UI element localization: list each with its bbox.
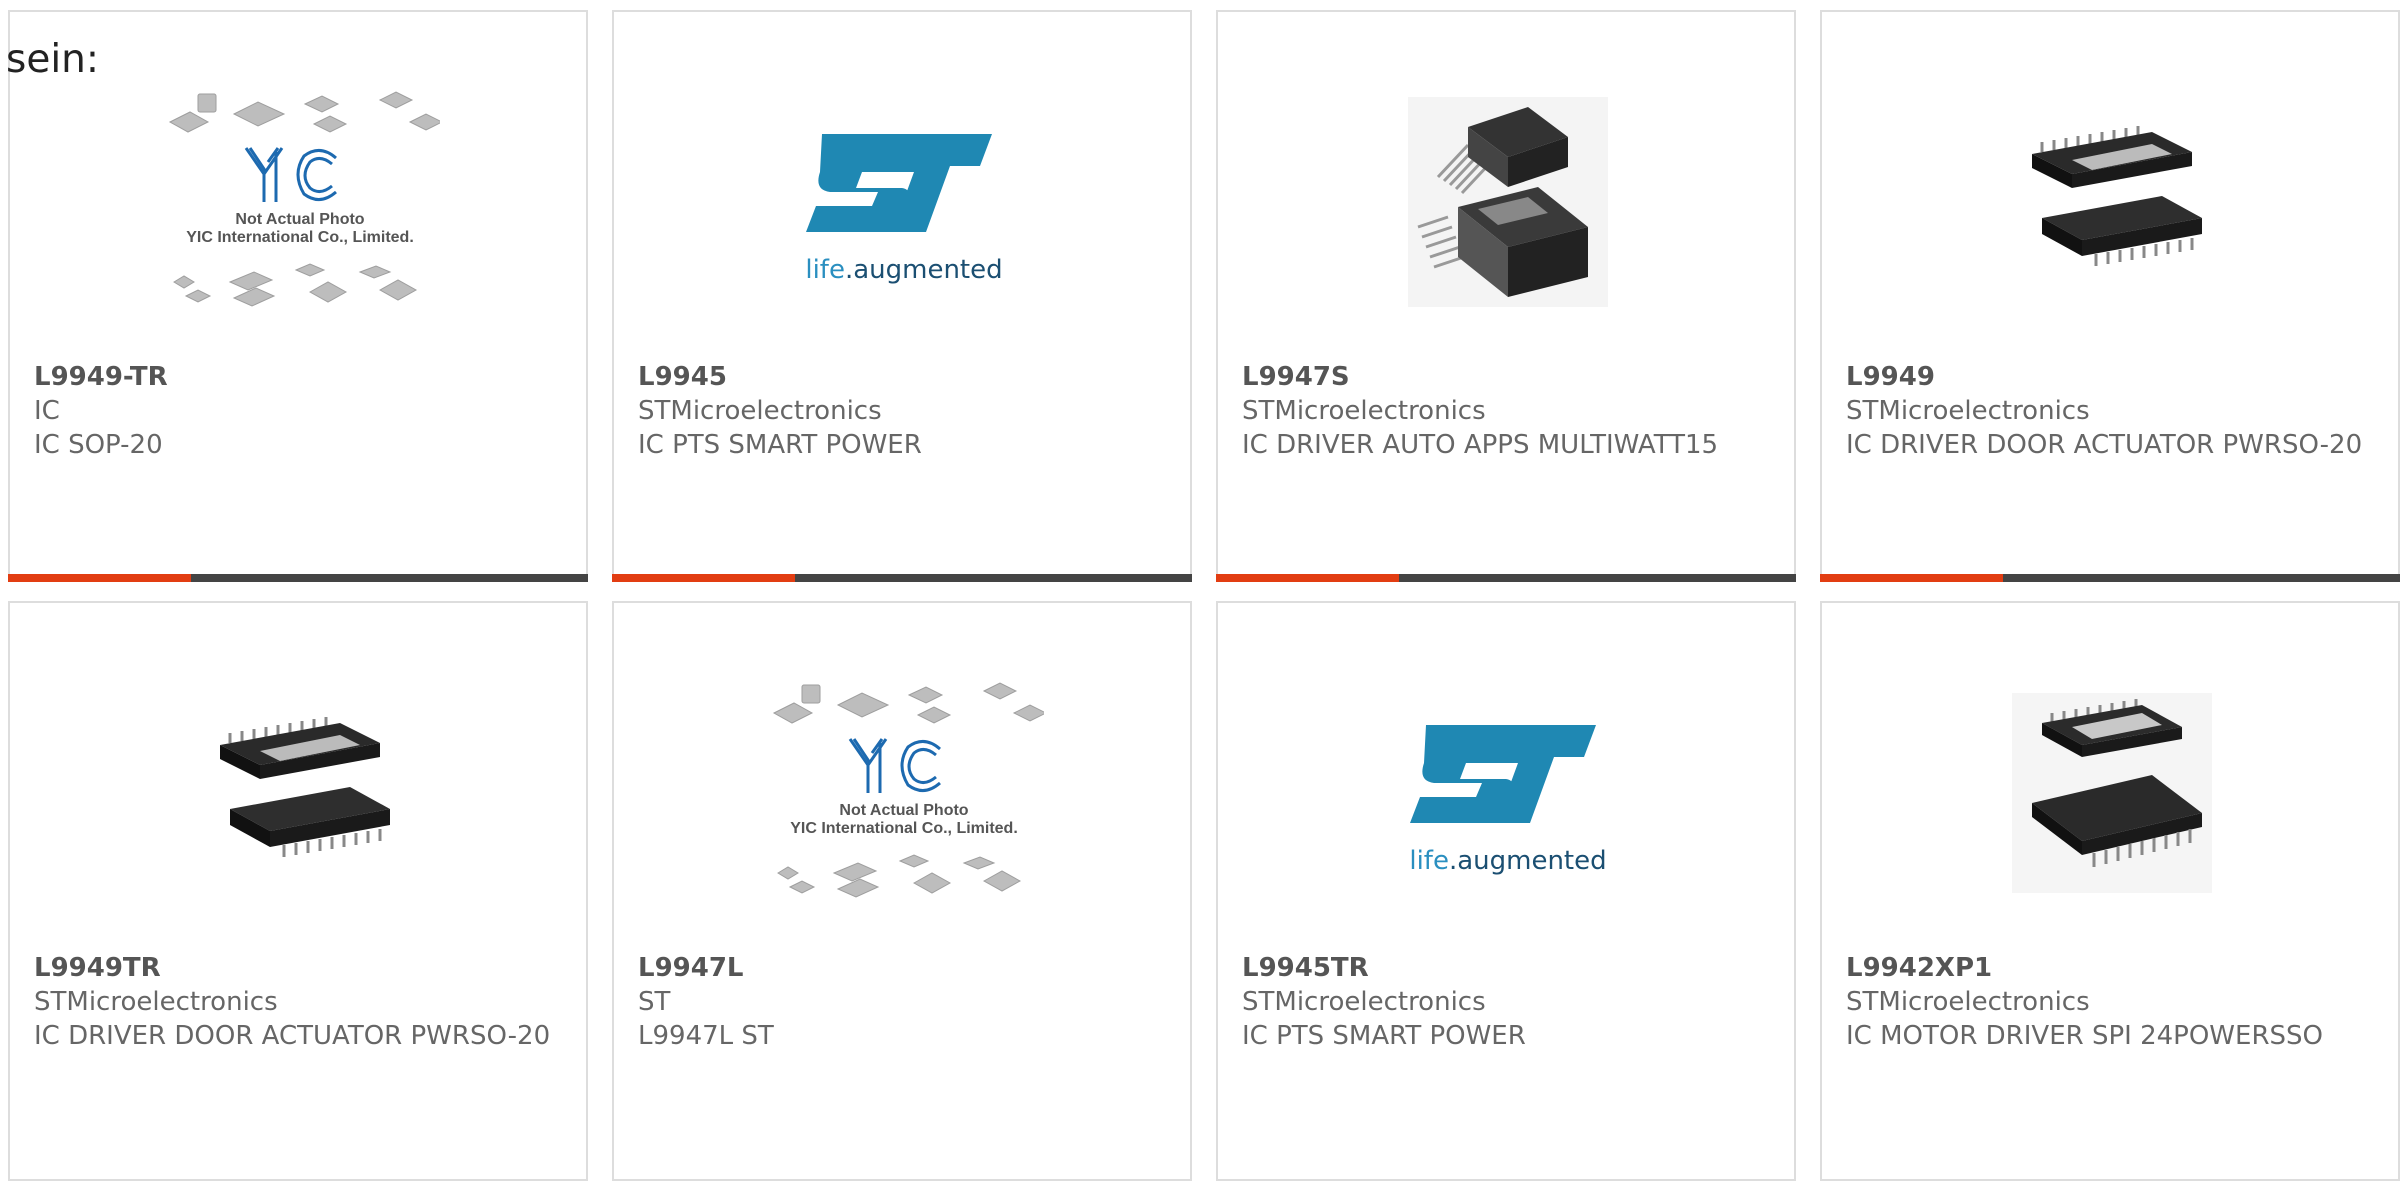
product-description: IC DRIVER DOOR ACTUATOR PWRSO-20 bbox=[34, 1021, 551, 1051]
product-info: L9945 STMicroelectronics IC PTS SMART POWE… bbox=[638, 360, 1170, 462]
product-info: L9949TR STMicroelectronics IC DRIVER DOOR … bbox=[34, 951, 566, 1053]
product-image[interactable]: Not Actual Photo YIC International Co., … bbox=[90, 52, 510, 352]
product-manufacturer: STMicroelectronics bbox=[638, 396, 882, 426]
chip-pwrso-image bbox=[220, 717, 390, 857]
svg-text:YIC International Co., Limited: YIC International Co., Limited. bbox=[790, 820, 1018, 837]
st-logo-image: life.augmented bbox=[805, 134, 1003, 285]
product-part-number[interactable]: L9949-TR bbox=[34, 360, 566, 394]
yic-placeholder-image: Not Actual Photo YIC International Co., … bbox=[772, 682, 1044, 898]
svg-text:Not Actual Photo: Not Actual Photo bbox=[235, 211, 364, 228]
product-image[interactable]: life.augmented bbox=[694, 52, 1114, 352]
product-info: L9949-TR IC IC SOP-20 bbox=[34, 360, 566, 462]
product-part-number[interactable]: L9947S bbox=[1242, 360, 1774, 394]
product-part-number[interactable]: L9947L bbox=[638, 951, 1170, 985]
product-part-number[interactable]: L9945TR bbox=[1242, 951, 1774, 985]
chip-pwrso-image bbox=[2032, 126, 2202, 266]
card-accent-segment bbox=[612, 574, 795, 582]
product-manufacturer: STMicroelectronics bbox=[1846, 396, 2090, 426]
product-description: IC SOP-20 bbox=[34, 430, 163, 460]
page-heading: sein: bbox=[6, 37, 100, 82]
product-part-number[interactable]: L9945 bbox=[638, 360, 1170, 394]
card-accent-bar bbox=[1216, 574, 1796, 582]
card-accent-segment bbox=[1216, 574, 1399, 582]
product-image[interactable]: Not Actual Photo YIC International Co., … bbox=[694, 643, 1114, 943]
card-accent-bar bbox=[612, 574, 1192, 582]
product-description: L9947L ST bbox=[638, 1021, 774, 1051]
svg-text:life.augmented: life.augmented bbox=[805, 255, 1002, 285]
product-description: IC PTS SMART POWER bbox=[638, 430, 922, 460]
product-card[interactable]: L9949 STMicroelectronics IC DRIVER DOOR AC… bbox=[1820, 10, 2400, 582]
product-part-number[interactable]: L9949 bbox=[1846, 360, 2378, 394]
product-image[interactable] bbox=[1902, 643, 2322, 943]
svg-text:YIC International Co., Limited: YIC International Co., Limited. bbox=[186, 229, 414, 246]
product-card[interactable]: L9947S STMicroelectronics IC DRIVER AUTO A… bbox=[1216, 10, 1796, 582]
card-accent-bar bbox=[8, 574, 588, 582]
product-part-number[interactable]: L9942XP1 bbox=[1846, 951, 2378, 985]
product-info: L9942XP1 STMicroelectronics IC MOTOR DRIVE… bbox=[1846, 951, 2378, 1053]
product-image[interactable] bbox=[1298, 52, 1718, 352]
product-part-number[interactable]: L9949TR bbox=[34, 951, 566, 985]
product-manufacturer: STMicroelectronics bbox=[1242, 987, 1486, 1017]
product-manufacturer: STMicroelectronics bbox=[1846, 987, 2090, 1017]
product-image[interactable] bbox=[1902, 52, 2322, 352]
card-accent-segment bbox=[8, 574, 191, 582]
yic-placeholder-image: Not Actual Photo YIC International Co., … bbox=[168, 91, 440, 307]
product-info: L9947L ST L9947L ST bbox=[638, 951, 1170, 1053]
product-image[interactable]: life.augmented bbox=[1298, 643, 1718, 943]
chip-multiwatt-image bbox=[1408, 97, 1608, 307]
svg-text:Not Actual Photo: Not Actual Photo bbox=[839, 802, 968, 819]
product-manufacturer: IC bbox=[34, 396, 60, 426]
product-card[interactable]: life.augmented L9945TR STMicroelectronics… bbox=[1216, 601, 1796, 1181]
product-card[interactable]: Not Actual Photo YIC International Co., … bbox=[612, 601, 1192, 1181]
product-manufacturer: STMicroelectronics bbox=[1242, 396, 1486, 426]
product-image[interactable] bbox=[90, 643, 510, 943]
card-accent-bar bbox=[1820, 574, 2400, 582]
product-card[interactable]: L9942XP1 STMicroelectronics IC MOTOR DRIVE… bbox=[1820, 601, 2400, 1181]
product-description: IC DRIVER DOOR ACTUATOR PWRSO-20 bbox=[1846, 430, 2363, 460]
product-info: L9949 STMicroelectronics IC DRIVER DOOR AC… bbox=[1846, 360, 2378, 462]
product-manufacturer: STMicroelectronics bbox=[34, 987, 278, 1017]
product-description: IC MOTOR DRIVER SPI 24POWERSSO bbox=[1846, 1021, 2323, 1051]
product-info: L9947S STMicroelectronics IC DRIVER AUTO A… bbox=[1242, 360, 1774, 462]
product-manufacturer: ST bbox=[638, 987, 671, 1017]
card-accent-segment bbox=[1820, 574, 2003, 582]
product-info: L9945TR STMicroelectronics IC PTS SMART PO… bbox=[1242, 951, 1774, 1053]
svg-text:life.augmented: life.augmented bbox=[1409, 846, 1606, 876]
chip-powersso-image bbox=[2012, 693, 2212, 893]
product-card[interactable]: Not Actual Photo YIC International Co., … bbox=[8, 10, 588, 582]
product-card[interactable]: L9949TR STMicroelectronics IC DRIVER DOOR … bbox=[8, 601, 588, 1181]
product-card[interactable]: life.augmented L9945 STMicroelectronics IC… bbox=[612, 10, 1192, 582]
product-description: IC PTS SMART POWER bbox=[1242, 1021, 1526, 1051]
product-description: IC DRIVER AUTO APPS MULTIWATT15 bbox=[1242, 430, 1719, 460]
st-logo-image: life.augmented bbox=[1409, 725, 1607, 876]
